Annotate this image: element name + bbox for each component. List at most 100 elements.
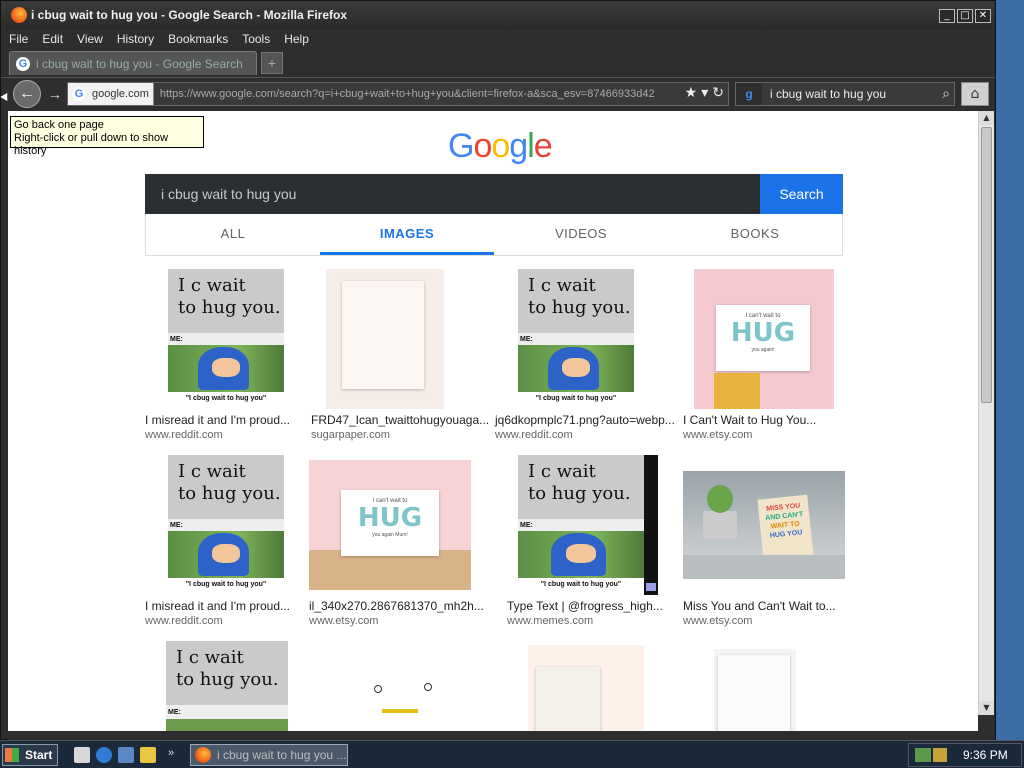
tab-google-search[interactable]: G i cbug wait to hug you - Google Search — [9, 51, 257, 75]
quicklaunch-search-icon[interactable] — [140, 747, 156, 763]
google-search-bar: i cbug wait to hug you Search — [145, 174, 843, 214]
firefox-window: i cbug wait to hug you - Google Search -… — [0, 0, 996, 740]
result-domain[interactable]: sugarpaper.com — [311, 429, 390, 441]
result-domain[interactable]: www.reddit.com — [495, 429, 573, 441]
image-thumb-miss-you-card[interactable]: MISS YOU AND CAN'T WAIT TO HUG YOU — [683, 471, 845, 579]
quicklaunch-explorer-icon[interactable] — [118, 747, 134, 763]
firefox-icon — [195, 747, 211, 763]
firefox-icon — [11, 7, 27, 23]
menu-bookmarks[interactable]: Bookmarks — [168, 32, 228, 46]
image-thumb-stick-figures[interactable] — [348, 671, 448, 721]
result-title[interactable]: jq6dkopmplc71.png?auto=webp... — [495, 413, 675, 427]
title-bar[interactable]: i cbug wait to hug you - Google Search -… — [1, 1, 995, 29]
tray-network-icon[interactable] — [915, 748, 931, 762]
image-thumb-hug-card[interactable]: I can't wait to HUG you again Mum! — [309, 460, 471, 590]
google-search-input[interactable]: i cbug wait to hug you — [161, 186, 760, 202]
result-domain[interactable]: www.memes.com — [507, 615, 593, 627]
menu-edit[interactable]: Edit — [42, 32, 63, 46]
tray-app-icon[interactable] — [933, 748, 947, 762]
window-controls: _ □ ✕ — [939, 9, 991, 23]
google-favicon-icon: G — [72, 87, 86, 101]
menu-help[interactable]: Help — [284, 32, 309, 46]
result-domain[interactable]: www.etsy.com — [683, 615, 752, 627]
quicklaunch-more-icon[interactable]: » — [168, 747, 174, 759]
image-thumb-meme[interactable]: I c wait to hug you. ME: "I cbug wait to … — [168, 269, 284, 409]
megaman-art — [518, 530, 644, 579]
google-logo[interactable]: Google — [448, 127, 553, 166]
image-thumb-card[interactable] — [326, 269, 444, 409]
result-domain[interactable]: www.reddit.com — [145, 615, 223, 627]
meme-caption: "I cbug wait to hug you" — [518, 392, 634, 409]
tab-all[interactable]: ALL — [146, 214, 320, 255]
start-button[interactable]: Start — [2, 744, 58, 766]
forward-button[interactable]: → — [45, 84, 65, 104]
quicklaunch-ie-icon[interactable] — [96, 747, 112, 763]
result-title[interactable]: FRD47_Ican_twaittohugyouaga... — [311, 413, 489, 427]
back-button[interactable]: ← — [13, 80, 41, 108]
start-label: Start — [25, 748, 53, 762]
tab-videos[interactable]: VIDEOS — [494, 214, 668, 255]
site-identity-button[interactable]: G google.com — [68, 83, 154, 105]
url-text[interactable]: https://www.google.com/search?q=i+cbug+w… — [160, 88, 670, 100]
scroll-up-arrow-icon[interactable]: ▲ — [979, 111, 994, 125]
google-result-tabs: ALL IMAGES VIDEOS BOOKS — [145, 214, 843, 256]
quicklaunch-desktop-icon[interactable] — [74, 747, 90, 763]
result-title[interactable]: Miss You and Can't Wait to... — [683, 599, 836, 613]
result-domain[interactable]: www.etsy.com — [309, 615, 378, 627]
megaman-art — [518, 344, 634, 393]
system-tray: 9:36 PM — [908, 743, 1022, 767]
result-domain[interactable]: www.etsy.com — [683, 429, 752, 441]
result-title[interactable]: I misread it and I'm proud... — [145, 413, 290, 427]
close-button[interactable]: ✕ — [975, 9, 991, 23]
meme-me-label: ME: — [170, 336, 183, 344]
tab-images[interactable]: IMAGES — [320, 214, 494, 255]
google-search-button[interactable]: Search — [760, 174, 843, 214]
meme-me-label: ME: — [520, 336, 533, 344]
menu-bar: File Edit View History Bookmarks Tools H… — [1, 29, 995, 49]
history-dropdown-icon[interactable]: ▾ — [701, 85, 708, 101]
scroll-down-arrow-icon[interactable]: ▼ — [979, 701, 994, 715]
image-thumb-meme[interactable]: I c wait to hug you. ME: "I cbug wait to … — [518, 455, 658, 595]
new-tab-button[interactable]: + — [261, 52, 283, 74]
home-button[interactable]: ⌂ — [961, 82, 989, 106]
meme-caption: "I cbug wait to hug you" — [168, 578, 284, 595]
bookmark-star-icon[interactable]: ★ — [685, 85, 698, 101]
result-title[interactable]: I Can't Wait to Hug You... — [683, 413, 816, 427]
meme-text: I c wait to hug you. — [168, 269, 284, 334]
taskbar-firefox-label: i cbug wait to hug you ... — [217, 748, 347, 762]
meme-me-label: ME: — [520, 522, 533, 530]
image-thumb-meme[interactable]: I c wait to hug you. ME: "I cbug wait to … — [518, 269, 634, 409]
window-title: i cbug wait to hug you - Google Search -… — [31, 8, 348, 22]
image-thumb-envelope-card[interactable] — [528, 645, 644, 731]
tab-books[interactable]: BOOKS — [668, 214, 842, 255]
tab-label: i cbug wait to hug you - Google Search — [36, 56, 243, 71]
result-title[interactable]: I misread it and I'm proud... — [145, 599, 290, 613]
image-thumb-hug-card[interactable]: I can't wait to HUG you again! — [694, 269, 834, 409]
scroll-thumb[interactable] — [981, 127, 992, 403]
vertical-scrollbar[interactable]: ▲ ▼ — [978, 111, 994, 715]
menu-history[interactable]: History — [117, 32, 154, 46]
url-bar[interactable]: G google.com https://www.google.com/sear… — [67, 82, 729, 106]
megaman-art — [168, 530, 284, 579]
magnifier-icon[interactable]: ⌕ — [942, 86, 950, 102]
image-thumb-meme[interactable]: I c wait to hug you. ME: — [166, 641, 288, 731]
result-title[interactable]: Type Text | @frogress_high... — [507, 599, 663, 613]
menu-file[interactable]: File — [9, 32, 28, 46]
taskbar-firefox-button[interactable]: i cbug wait to hug you ... — [190, 744, 348, 766]
browser-search-value[interactable]: i cbug wait to hug you — [770, 87, 942, 101]
clock[interactable]: 9:36 PM — [963, 748, 1008, 762]
megaman-art — [168, 344, 284, 393]
maximize-button[interactable]: □ — [957, 9, 973, 23]
browser-search-box[interactable]: g i cbug wait to hug you ⌕ — [735, 82, 955, 106]
image-thumb-white-card[interactable] — [714, 649, 796, 731]
result-title[interactable]: il_340x270.2867681370_mh2h... — [309, 599, 484, 613]
menu-view[interactable]: View — [77, 32, 103, 46]
google-engine-icon[interactable]: g — [736, 83, 762, 105]
meme-caption: "I cbug wait to hug you" — [168, 392, 284, 409]
menu-tools[interactable]: Tools — [242, 32, 270, 46]
image-thumb-meme[interactable]: I c wait to hug you. ME: "I cbug wait to … — [168, 455, 284, 595]
minimize-button[interactable]: _ — [939, 9, 955, 23]
result-domain[interactable]: www.reddit.com — [145, 429, 223, 441]
windows-flag-icon — [5, 748, 19, 762]
reload-icon[interactable]: ↻ — [712, 85, 724, 101]
